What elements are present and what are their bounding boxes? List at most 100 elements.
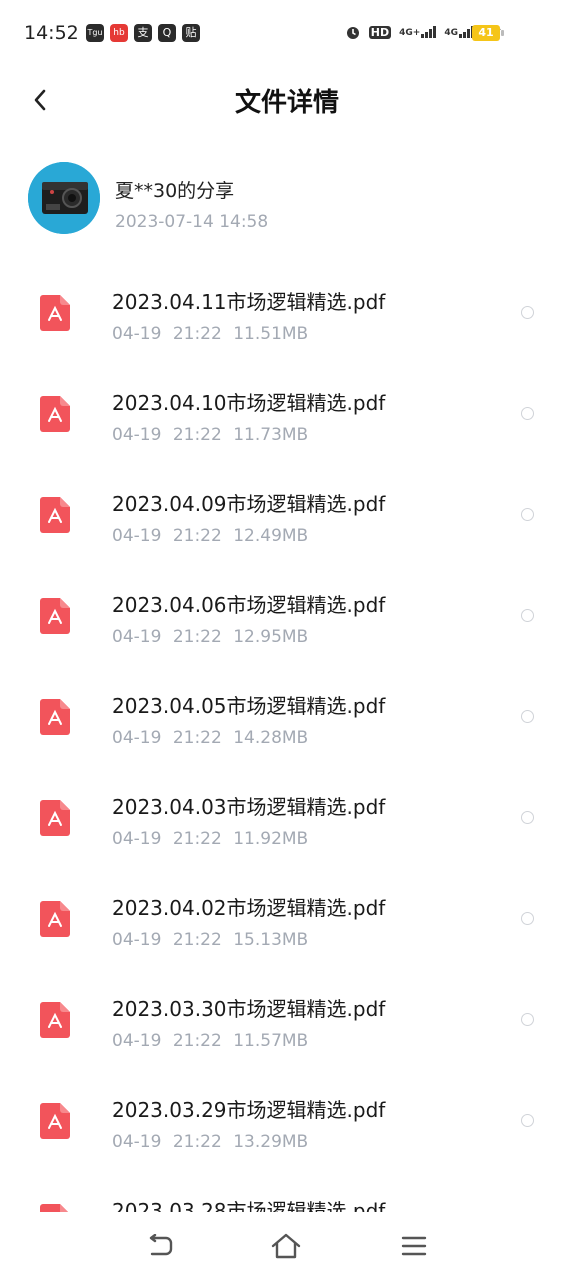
select-radio[interactable]: [521, 710, 534, 723]
file-meta: 04-19 21:22 13.29MB: [112, 1132, 308, 1152]
file-time: 21:22: [172, 627, 222, 647]
signal-icon: 4G+: [399, 26, 437, 38]
file-size: 11.51MB: [233, 324, 309, 344]
hd-label: HD: [368, 25, 392, 39]
file-name: 2023.04.06市场逻辑精选.pdf: [112, 593, 386, 617]
list-item[interactable]: 2023.03.30市场逻辑精选.pdf 04-19 21:22 11.57MB: [0, 971, 574, 1072]
nav-menu-button[interactable]: [398, 1230, 430, 1262]
pdf-file-icon: [40, 598, 70, 634]
list-item[interactable]: 2023.04.03市场逻辑精选.pdf 04-19 21:22 11.92MB: [0, 769, 574, 870]
file-meta: 04-19 21:22 11.51MB: [112, 324, 308, 344]
pdf-file-icon: [40, 800, 70, 836]
file-size: 12.95MB: [233, 627, 309, 647]
header: 文件详情: [0, 68, 574, 134]
sharer-info: 夏**30的分享 2023-07-14 14:58: [28, 162, 548, 236]
file-name: 2023.03.30市场逻辑精选.pdf: [112, 997, 386, 1021]
camera-avatar-icon: [28, 162, 100, 234]
file-meta: 04-19 21:22 12.95MB: [112, 627, 308, 647]
file-date: 04-19: [112, 324, 162, 344]
file-size: 11.57MB: [233, 1031, 309, 1051]
pdf-file-icon: [40, 497, 70, 533]
file-date: 04-19: [112, 728, 162, 748]
file-size: 15.13MB: [233, 930, 309, 950]
battery-icon: 41: [472, 25, 504, 41]
select-radio[interactable]: [521, 1114, 534, 1127]
file-date: 04-19: [112, 930, 162, 950]
file-size: 12.49MB: [233, 526, 309, 546]
select-radio[interactable]: [521, 609, 534, 622]
file-date: 04-19: [112, 425, 162, 445]
nav-back-button[interactable]: [144, 1230, 176, 1262]
list-item[interactable]: 2023.04.05市场逻辑精选.pdf 04-19 21:22 14.28MB: [0, 668, 574, 769]
file-size: 11.92MB: [233, 829, 309, 849]
pdf-file-icon: [40, 1002, 70, 1038]
notification-icons: Tgu hb 支 Q 贴: [86, 24, 200, 42]
file-meta: 04-19 21:22 14.28MB: [112, 728, 308, 748]
select-radio[interactable]: [521, 407, 534, 420]
file-size: 11.73MB: [233, 425, 309, 445]
signal-icon: 4G: [444, 26, 474, 38]
file-meta: 04-19 21:22 11.92MB: [112, 829, 308, 849]
file-name: 2023.04.02市场逻辑精选.pdf: [112, 896, 386, 920]
list-item[interactable]: 2023.03.29市场逻辑精选.pdf 04-19 21:22 13.29MB: [0, 1072, 574, 1173]
file-date: 04-19: [112, 829, 162, 849]
file-meta: 04-19 21:22 11.73MB: [112, 425, 308, 445]
network-type-label: 4G: [444, 28, 458, 38]
list-item[interactable]: 2023.04.06市场逻辑精选.pdf 04-19 21:22 12.95MB: [0, 567, 574, 668]
file-meta: 04-19 21:22 12.49MB: [112, 526, 308, 546]
list-item[interactable]: 2023.03.28市场逻辑精选.pdf: [0, 1173, 574, 1212]
file-name: 2023.03.28市场逻辑精选.pdf: [112, 1199, 386, 1212]
file-date: 04-19: [112, 1031, 162, 1051]
list-item[interactable]: 2023.04.10市场逻辑精选.pdf 04-19 21:22 11.73MB: [0, 365, 574, 466]
tieba-notification-icon: 贴: [182, 24, 200, 42]
home-icon: [271, 1233, 301, 1259]
status-bar: 14:52 Tgu hb 支 Q 贴 HD 4G+ 4G 41: [0, 0, 574, 68]
alipay-notification-icon: 支: [134, 24, 152, 42]
file-size: 13.29MB: [233, 1132, 309, 1152]
select-radio[interactable]: [521, 811, 534, 824]
pdf-file-icon: [40, 1103, 70, 1139]
system-nav-bar: [0, 1212, 574, 1280]
file-date: 04-19: [112, 526, 162, 546]
file-size: 14.28MB: [233, 728, 309, 748]
select-radio[interactable]: [521, 508, 534, 521]
hd-icon: HD: [368, 25, 392, 39]
file-time: 21:22: [172, 728, 222, 748]
app-notification-icon: Q: [158, 24, 176, 42]
file-name: 2023.04.05市场逻辑精选.pdf: [112, 694, 386, 718]
menu-icon: [401, 1236, 427, 1256]
list-item[interactable]: 2023.04.11市场逻辑精选.pdf 04-19 21:22 11.51MB: [0, 264, 574, 365]
file-name: 2023.04.03市场逻辑精选.pdf: [112, 795, 386, 819]
share-time: 2023-07-14 14:58: [115, 212, 269, 232]
nav-home-button[interactable]: [270, 1230, 302, 1262]
avatar[interactable]: [28, 162, 100, 234]
file-time: 21:22: [172, 930, 222, 950]
file-date: 04-19: [112, 1132, 162, 1152]
network-type-label: 4G+: [399, 28, 421, 38]
file-name: 2023.04.10市场逻辑精选.pdf: [112, 391, 386, 415]
select-radio[interactable]: [521, 912, 534, 925]
select-radio[interactable]: [521, 306, 534, 319]
app-notification-icon: Tgu: [86, 24, 104, 42]
file-time: 21:22: [172, 425, 222, 445]
pdf-file-icon: [40, 699, 70, 735]
page-title: 文件详情: [234, 88, 339, 118]
file-date: 04-19: [112, 627, 162, 647]
file-meta: 04-19 21:22 11.57MB: [112, 1031, 308, 1051]
file-time: 21:22: [172, 1132, 222, 1152]
list-item[interactable]: 2023.04.09市场逻辑精选.pdf 04-19 21:22 12.49MB: [0, 466, 574, 567]
list-item[interactable]: 2023.04.02市场逻辑精选.pdf 04-19 21:22 15.13MB: [0, 870, 574, 971]
status-time: 14:52: [24, 22, 79, 44]
file-time: 21:22: [172, 1031, 222, 1051]
pdf-file-icon: [40, 1204, 68, 1212]
alarm-icon: [346, 27, 359, 39]
pdf-file-icon: [40, 396, 70, 432]
file-time: 21:22: [172, 324, 222, 344]
file-time: 21:22: [172, 526, 222, 546]
select-radio[interactable]: [521, 1013, 534, 1026]
file-name: 2023.04.11市场逻辑精选.pdf: [112, 290, 386, 314]
file-name: 2023.03.29市场逻辑精选.pdf: [112, 1098, 386, 1122]
app-notification-icon: hb: [110, 24, 128, 42]
file-meta: 04-19 21:22 15.13MB: [112, 930, 308, 950]
back-icon: [149, 1234, 173, 1256]
